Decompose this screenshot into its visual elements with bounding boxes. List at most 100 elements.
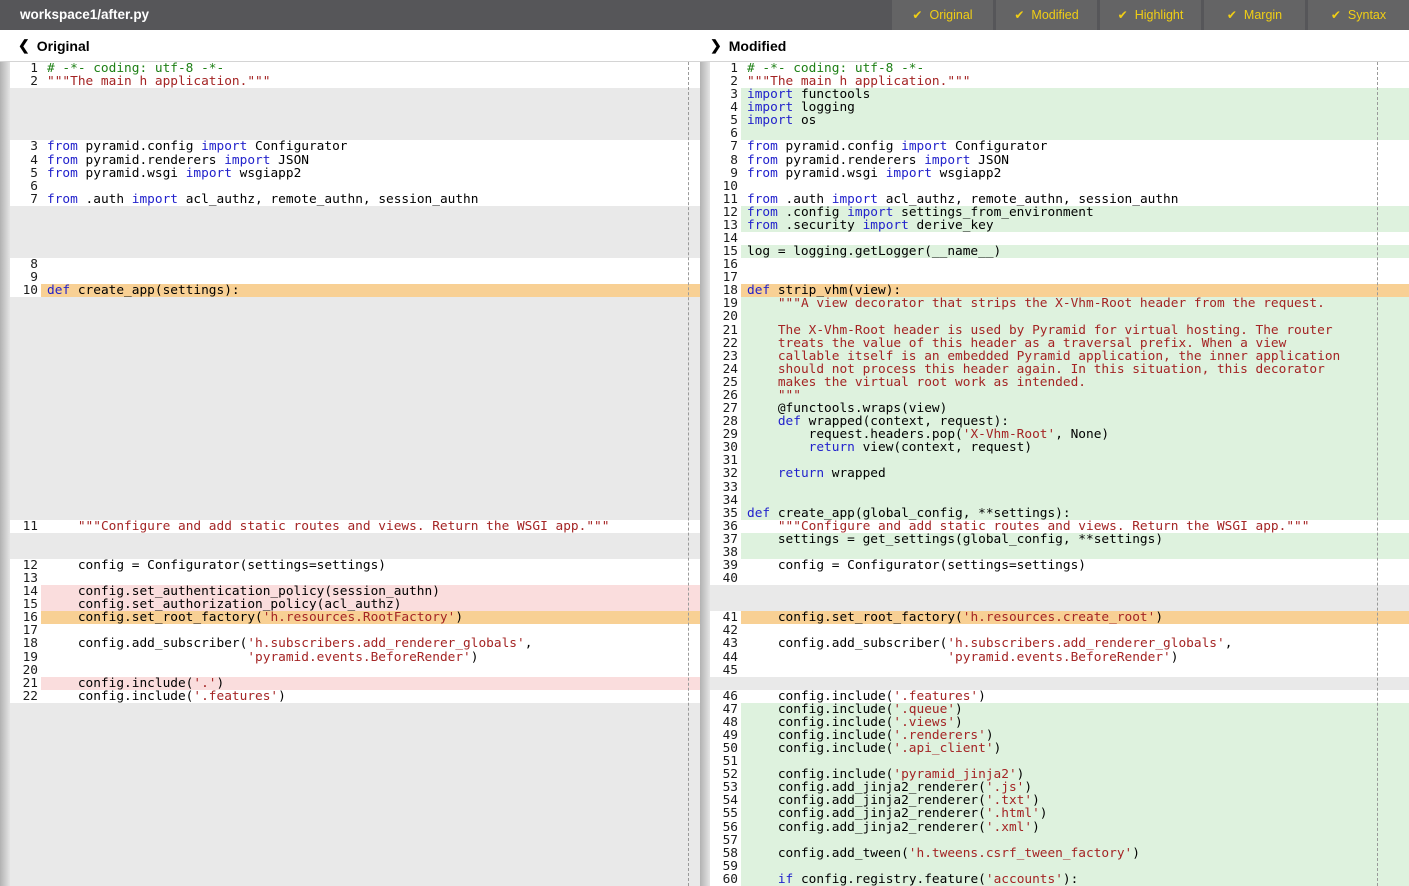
code-text <box>41 781 700 794</box>
pane-original[interactable]: 1# -*- coding: utf-8 -*-2"""The main h a… <box>0 62 700 886</box>
code-text: return wrapped <box>741 467 1409 480</box>
code-row: 58 config.add_tween('h.tweens.csrf_tween… <box>700 847 1409 860</box>
code-row: 45 <box>700 664 1409 677</box>
line-number <box>10 297 41 310</box>
code-text <box>41 467 700 480</box>
code-text: config.add_jinja2_renderer('.xml') <box>741 821 1409 834</box>
code-text: config.include('.api_client') <box>741 742 1409 755</box>
filler-row <box>0 755 700 768</box>
filler-row <box>0 768 700 781</box>
line-number: 3 <box>10 140 41 153</box>
code-text <box>41 415 700 428</box>
code-text <box>741 258 1409 271</box>
line-number: 34 <box>710 494 741 507</box>
code-text: def create_app(settings): <box>41 284 700 297</box>
line-number <box>10 114 41 127</box>
filler-row <box>0 428 700 441</box>
line-number <box>10 768 41 781</box>
filler-row <box>0 454 700 467</box>
filler-row <box>0 245 700 258</box>
filler-row <box>0 441 700 454</box>
code-text <box>41 481 700 494</box>
code-text <box>41 101 700 114</box>
line-number: 8 <box>710 154 741 167</box>
code-text: from pyramid.wsgi import wsgiapp2 <box>741 167 1409 180</box>
title-bar: workspace1/after.py ✔ Original ✔ Modifie… <box>0 0 1409 30</box>
line-number <box>10 873 41 886</box>
code-row: 5import os <box>700 114 1409 127</box>
line-number <box>10 415 41 428</box>
line-number <box>10 781 41 794</box>
chevron-left-icon: ❮ <box>18 37 30 54</box>
code-text: import logging <box>741 101 1409 114</box>
line-number: 24 <box>710 363 741 376</box>
line-number: 58 <box>710 847 741 860</box>
line-number: 11 <box>710 193 741 206</box>
line-number <box>10 546 41 559</box>
line-number <box>10 821 41 834</box>
line-number: 59 <box>710 860 741 873</box>
filler-row <box>0 101 700 114</box>
filler-row <box>0 716 700 729</box>
code-text <box>41 206 700 219</box>
gutter-strip <box>700 62 710 886</box>
code-text <box>41 428 700 441</box>
line-number <box>10 428 41 441</box>
line-number <box>10 847 41 860</box>
filler-row <box>0 481 700 494</box>
code-text <box>41 716 700 729</box>
pane-header-original: ❮ Original <box>0 30 700 61</box>
line-number <box>10 481 41 494</box>
line-number: 21 <box>710 324 741 337</box>
toggle-modified-label: Modified <box>1031 8 1078 22</box>
line-number <box>10 337 41 350</box>
window-title: workspace1/after.py <box>0 0 889 30</box>
pane-modified[interactable]: 1# -*- coding: utf-8 -*-2"""The main h a… <box>700 62 1409 886</box>
line-number: 37 <box>710 533 741 546</box>
line-number: 46 <box>710 690 741 703</box>
toggle-original-button[interactable]: ✔ Original <box>892 0 993 30</box>
margin-line <box>688 62 689 886</box>
code-row: 22 config.include('.features') <box>0 690 700 703</box>
line-number: 20 <box>710 310 741 323</box>
check-icon: ✔ <box>912 8 922 22</box>
filler-row <box>0 206 700 219</box>
code-text: """Configure and add static routes and v… <box>41 520 700 533</box>
toggle-margin-label: Margin <box>1244 8 1282 22</box>
line-number: 21 <box>10 677 41 690</box>
code-row: 60 if config.registry.feature('accounts'… <box>700 873 1409 886</box>
line-number: 12 <box>710 206 741 219</box>
pane-header-modified: ❯ Modified <box>700 30 1409 61</box>
code-text <box>41 441 700 454</box>
filler-row <box>0 337 700 350</box>
line-number <box>10 834 41 847</box>
toggle-modified-button[interactable]: ✔ Modified <box>996 0 1097 30</box>
filler-row <box>0 467 700 480</box>
toggle-highlight-button[interactable]: ✔ Highlight <box>1100 0 1201 30</box>
code-text <box>41 310 700 323</box>
line-number <box>10 454 41 467</box>
toggle-syntax-button[interactable]: ✔ Syntax <box>1308 0 1409 30</box>
line-number <box>10 310 41 323</box>
line-number: 36 <box>710 520 741 533</box>
line-number <box>10 232 41 245</box>
line-number: 57 <box>710 834 741 847</box>
code-text: """A view decorator that strips the X-Vh… <box>741 297 1409 310</box>
line-number <box>10 402 41 415</box>
code-row: 39 config = Configurator(settings=settin… <box>700 559 1409 572</box>
code-row: 37 settings = get_settings(global_config… <box>700 533 1409 546</box>
toggle-highlight-label: Highlight <box>1135 8 1184 22</box>
line-number <box>710 677 741 690</box>
code-text <box>41 337 700 350</box>
check-icon: ✔ <box>1118 8 1128 22</box>
filler-row <box>0 376 700 389</box>
code-text: """The main h application.""" <box>41 75 700 88</box>
line-number <box>10 363 41 376</box>
line-number <box>10 729 41 742</box>
filler-row <box>700 585 1409 598</box>
line-number: 6 <box>10 180 41 193</box>
code-text <box>41 389 700 402</box>
code-text <box>741 481 1409 494</box>
line-number <box>10 324 41 337</box>
toggle-margin-button[interactable]: ✔ Margin <box>1204 0 1305 30</box>
